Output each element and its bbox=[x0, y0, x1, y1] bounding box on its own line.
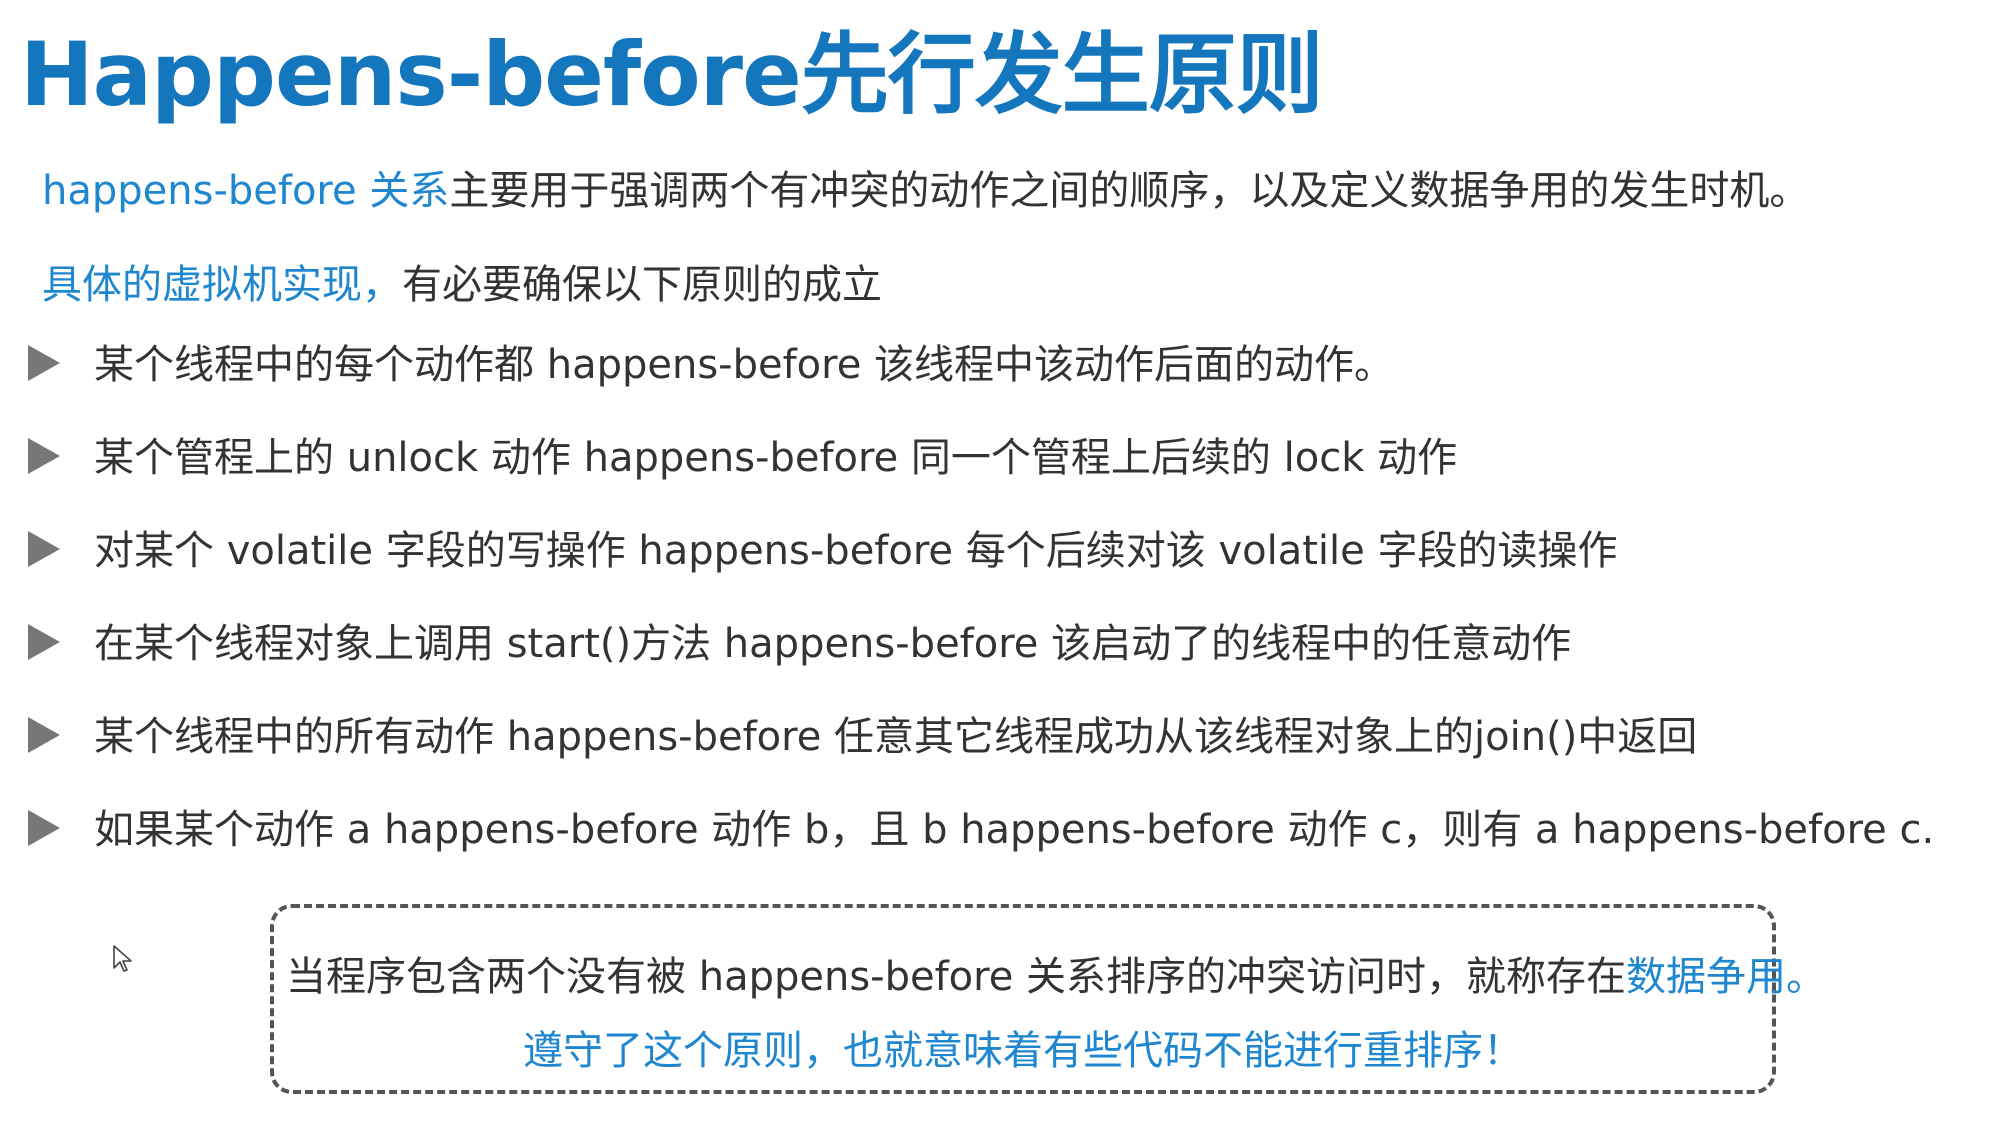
principle-item: 某个线程中的每个动作都 happens-before 该线程中该动作后面的动作。 bbox=[28, 332, 1394, 390]
intro-line-2-text: 有必要确保以下原则的成立 bbox=[402, 262, 882, 308]
note-line-2: 遵守了这个原则，也就意味着有些代码不能进行重排序！ bbox=[523, 1028, 1523, 1074]
note-box: 当程序包含两个没有被 happens-before 关系排序的冲突访问时，就称存… bbox=[270, 904, 1826, 1094]
triangle-right-icon bbox=[28, 624, 60, 660]
principle-text: 如果某个动作 a happens-before 动作 b，且 b happens… bbox=[94, 807, 1935, 853]
principle-text: 在某个线程对象上调用 start()方法 happens-before 该启动了… bbox=[94, 621, 1572, 667]
principle-text: 某个线程中的每个动作都 happens-before 该线程中该动作后面的动作。 bbox=[94, 342, 1395, 388]
intro-line-1-highlight: happens-before 关系 bbox=[42, 168, 450, 214]
note-line-1: 当程序包含两个没有被 happens-before 关系排序的冲突访问时，就称存… bbox=[286, 944, 1826, 1002]
intro-line-2-highlight: 具体的虚拟机实现， bbox=[42, 262, 402, 308]
note-line-1-highlight: 数据争用。 bbox=[1626, 954, 1827, 1000]
principle-item: 某个线程中的所有动作 happens-before 任意其它线程成功从该线程对象… bbox=[28, 704, 1697, 762]
triangle-right-icon bbox=[28, 438, 60, 474]
triangle-right-icon bbox=[28, 345, 60, 381]
note-line-1-text: 当程序包含两个没有被 happens-before 关系排序的冲突访问时，就称存… bbox=[286, 954, 1627, 1000]
principle-item: 某个管程上的 unlock 动作 happens-before 同一个管程上后续… bbox=[28, 425, 1457, 483]
principle-item: 对某个 volatile 字段的写操作 happens-before 每个后续对… bbox=[28, 518, 1617, 576]
intro-line-1-text: 主要用于强调两个有冲突的动作之间的顺序，以及定义数据争用的发生时机。 bbox=[449, 168, 1810, 214]
principle-item: 如果某个动作 a happens-before 动作 b，且 b happens… bbox=[28, 797, 1934, 855]
mouse-cursor-icon bbox=[113, 945, 132, 972]
principle-text: 某个管程上的 unlock 动作 happens-before 同一个管程上后续… bbox=[94, 435, 1458, 481]
intro-line-2: 具体的虚拟机实现，有必要确保以下原则的成立 bbox=[42, 252, 882, 310]
triangle-right-icon bbox=[28, 810, 60, 846]
principle-item: 在某个线程对象上调用 start()方法 happens-before 该启动了… bbox=[28, 611, 1571, 669]
triangle-right-icon bbox=[28, 531, 60, 567]
intro-line-1: happens-before 关系主要用于强调两个有冲突的动作之间的顺序，以及定… bbox=[42, 158, 1809, 216]
principle-text: 某个线程中的所有动作 happens-before 任意其它线程成功从该线程对象… bbox=[94, 714, 1698, 760]
triangle-right-icon bbox=[28, 717, 60, 753]
principle-text: 对某个 volatile 字段的写操作 happens-before 每个后续对… bbox=[94, 528, 1618, 574]
page-title: Happens-before先行发生原则 bbox=[20, 23, 1324, 126]
